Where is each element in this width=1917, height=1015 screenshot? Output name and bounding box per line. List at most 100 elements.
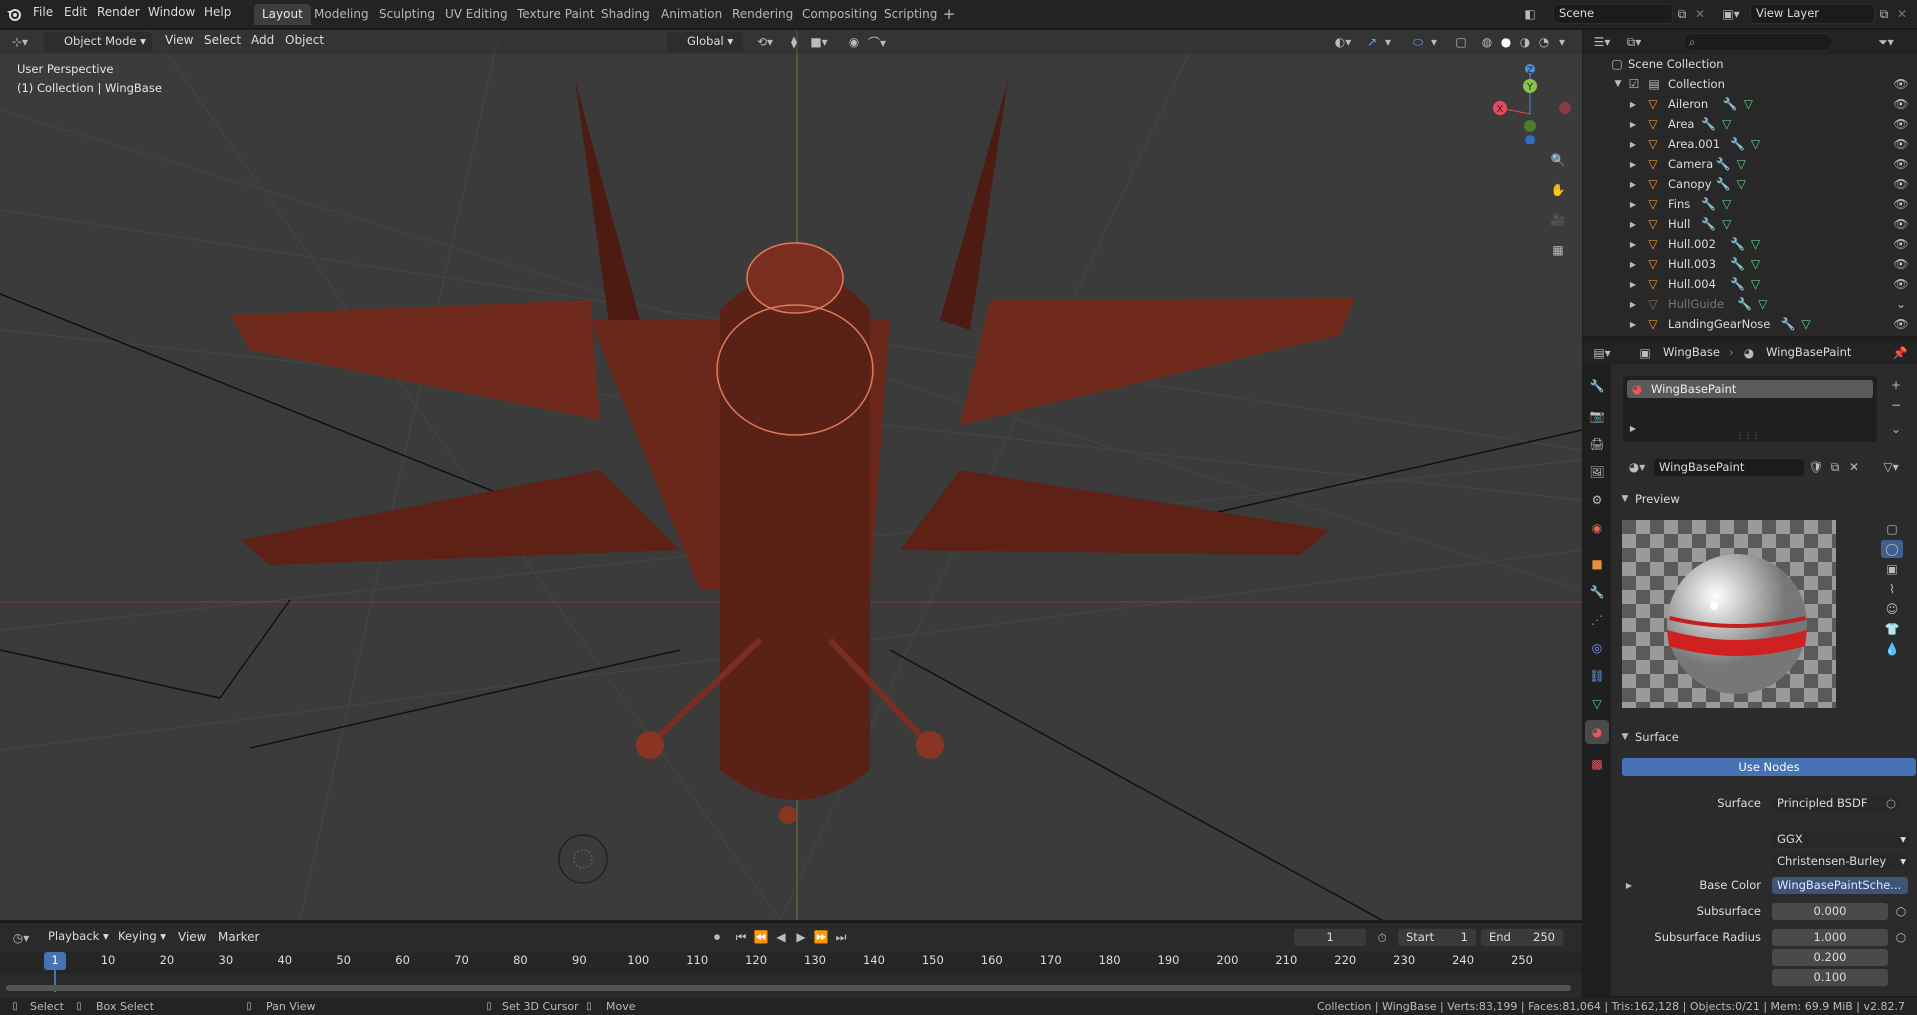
end-frame-field[interactable]: End 250 (1480, 928, 1564, 947)
scene-tab-icon[interactable]: ⚙ (1587, 490, 1607, 510)
surface-shader-field[interactable]: Principled BSDF ○ (1771, 794, 1901, 813)
gizmo-toggle-icon[interactable]: ↗ (1362, 33, 1382, 51)
properties-editor-icon[interactable]: ▤▾ (1589, 344, 1615, 362)
playback-dropdown[interactable]: Playback ▾ (42, 927, 115, 947)
overlays-icon[interactable]: ⬭ (1408, 33, 1428, 51)
preview-fluid-icon[interactable]: 💧 (1883, 640, 1901, 658)
tab-uv-editing[interactable]: UV Editing (437, 4, 516, 25)
outliner-item[interactable]: ▶ ▽ HullGuide 🔧 ▽ ⌄ (1583, 294, 1917, 314)
xray-icon[interactable]: ▢ (1452, 33, 1470, 51)
tab-scripting[interactable]: Scripting (876, 4, 945, 25)
zoom-icon[interactable]: 🔍 (1546, 148, 1570, 172)
wireframe-shading-icon[interactable]: ◍ (1478, 33, 1496, 51)
tab-compositing[interactable]: Compositing (794, 4, 885, 25)
modifier-icon[interactable]: 🔧 (1716, 176, 1731, 192)
material-slot-list[interactable]: ◕ WingBasePaint ▶ ⋮⋮⋮ (1623, 376, 1877, 442)
jump-start-icon[interactable]: ⏮ (732, 928, 750, 946)
tab-texture-paint[interactable]: Texture Paint (509, 4, 602, 25)
play-icon[interactable]: ▶ (792, 928, 810, 946)
unlink-material-icon[interactable]: ✕ (1845, 458, 1863, 476)
record-icon[interactable]: ⏺ (708, 928, 726, 946)
filter-icon[interactable]: ⏷▾ (1873, 33, 1899, 51)
expand-arrow-icon[interactable]: ▶ (1627, 236, 1639, 252)
gizmo-dropdown-icon[interactable]: ▾ (1382, 33, 1394, 51)
expand-arrow-icon[interactable]: ▶ (1627, 156, 1639, 172)
pivot-icon[interactable]: ⟲▾ (752, 33, 778, 51)
blender-logo-icon[interactable] (6, 6, 22, 22)
use-nodes-button[interactable]: Use Nodes (1622, 758, 1916, 776)
menu-add[interactable]: Add (251, 33, 274, 47)
falloff-icon[interactable]: ⌒▾ (864, 33, 890, 51)
proportional-edit-icon[interactable]: ◉ (845, 33, 863, 51)
mesh-data-icon[interactable]: ▽ (1741, 96, 1755, 112)
visibility-eye-icon[interactable]: 👁 (1893, 216, 1909, 232)
menu-view[interactable]: View (165, 33, 193, 47)
preview-collapse-icon[interactable]: ▼ (1619, 492, 1631, 506)
object-tab-icon[interactable]: ■ (1587, 554, 1607, 574)
menu-window[interactable]: Window (148, 5, 195, 19)
expand-arrow-icon[interactable]: ▶ (1627, 176, 1639, 192)
physics-tab-icon[interactable]: ◎ (1587, 638, 1607, 658)
mesh-data-icon[interactable]: ▽ (1799, 316, 1813, 332)
modifier-icon[interactable]: 🔧 (1730, 256, 1745, 272)
modifier-icon[interactable]: 🔧 (1781, 316, 1796, 332)
mesh-data-icon[interactable]: ▽ (1720, 216, 1734, 232)
subsurface-radius-z[interactable]: 0.100 (1771, 968, 1889, 987)
scene-collection-row[interactable]: ▢ Scene Collection (1583, 54, 1917, 74)
visibility-eye-icon[interactable]: 👁 (1893, 116, 1909, 132)
preview-title[interactable]: Preview (1635, 492, 1680, 506)
display-mode-icon[interactable]: ⧉▾ (1621, 33, 1647, 51)
shading-dropdown-icon[interactable]: ▾ (1555, 33, 1569, 51)
play-reverse-icon[interactable]: ◀ (772, 928, 790, 946)
outliner-item[interactable]: ▶ ▽ Hull 🔧 ▽ 👁 (1583, 214, 1917, 234)
modifier-icon[interactable]: 🔧 (1730, 136, 1745, 152)
timeline-marker-menu[interactable]: Marker (218, 930, 259, 944)
expand-arrow-icon[interactable]: ▶ (1627, 96, 1639, 112)
browse-material-icon[interactable]: ◕▾ (1623, 458, 1651, 476)
remove-slot-icon[interactable]: − (1887, 396, 1905, 414)
subsurface-radius-y[interactable]: 0.200 (1771, 948, 1889, 967)
world-tab-icon[interactable]: ◉ (1587, 518, 1607, 538)
modifier-icon[interactable]: 🔧 (1730, 236, 1745, 252)
subsurface-method-dropdown[interactable]: Christensen-Burley ▾ (1771, 852, 1911, 871)
outliner-item[interactable]: ▶ ▽ Canopy 🔧 ▽ 👁 (1583, 174, 1917, 194)
preview-cloth-icon[interactable]: 👕 (1883, 620, 1901, 638)
base-color-expand-icon[interactable]: ▶ (1623, 878, 1635, 892)
material-name-field[interactable]: WingBasePaint (1653, 458, 1805, 477)
slot-expand-icon[interactable]: ▶ (1627, 422, 1639, 434)
modifier-icon[interactable]: 🔧 (1737, 296, 1752, 312)
snap-icon[interactable]: ⧫ (785, 33, 803, 51)
outliner-item[interactable]: ▶ ▽ Camera 🔧 ▽ 👁 (1583, 154, 1917, 174)
visibility-eye-icon[interactable]: 👁 (1893, 196, 1909, 212)
expand-arrow-icon[interactable]: ▶ (1627, 196, 1639, 212)
material-tab-icon[interactable]: ◕ (1585, 720, 1609, 744)
outliner-search-input[interactable]: ⌕ (1683, 33, 1833, 51)
camera-view-icon[interactable]: 🎥 (1546, 208, 1570, 232)
base-color-field[interactable]: WingBasePaintSche... (1771, 876, 1909, 895)
outliner-item[interactable]: ▶ ▽ Hull.003 🔧 ▽ 👁 (1583, 254, 1917, 274)
surface-collapse-icon[interactable]: ▼ (1619, 730, 1631, 744)
start-frame-field[interactable]: Start 1 (1397, 928, 1477, 947)
menu-render[interactable]: Render (97, 5, 140, 19)
surface-title[interactable]: Surface (1635, 730, 1679, 744)
mesh-data-icon[interactable]: ▽ (1720, 116, 1734, 132)
visibility-eye-icon[interactable]: 👁 (1893, 176, 1909, 192)
expand-arrow-icon[interactable]: ▶ (1627, 276, 1639, 292)
add-workspace-icon[interactable]: + (940, 5, 958, 23)
current-frame-field[interactable]: 1 (1293, 928, 1367, 947)
delete-view-layer-icon[interactable]: ✕ (1893, 5, 1911, 23)
constraints-tab-icon[interactable]: ⛓ (1587, 666, 1607, 686)
outliner-item[interactable]: ▶ ▽ LandingGearNose 🔧 ▽ 👁 (1583, 314, 1917, 334)
expand-arrow-icon[interactable]: ▶ (1627, 256, 1639, 272)
modifier-tab-icon[interactable]: 🔧 (1587, 582, 1607, 602)
particles-tab-icon[interactable]: ⋰ (1587, 610, 1607, 630)
object-mode-dropdown[interactable]: Object Mode ▾ (44, 32, 152, 52)
fake-user-icon[interactable]: 🛡 (1807, 458, 1825, 476)
outliner-item[interactable]: ▶ ▽ Area 🔧 ▽ 👁 (1583, 114, 1917, 134)
visibility-eye-icon[interactable]: 👁 (1893, 276, 1909, 292)
preview-cube-icon[interactable]: ▣ (1883, 560, 1901, 578)
modifier-icon[interactable]: 🔧 (1701, 216, 1716, 232)
checkbox-icon[interactable]: ☑ (1627, 77, 1641, 91)
visibility-eye-icon[interactable]: 👁 (1893, 156, 1909, 172)
material-slot[interactable]: ◕ WingBasePaint (1627, 380, 1873, 398)
